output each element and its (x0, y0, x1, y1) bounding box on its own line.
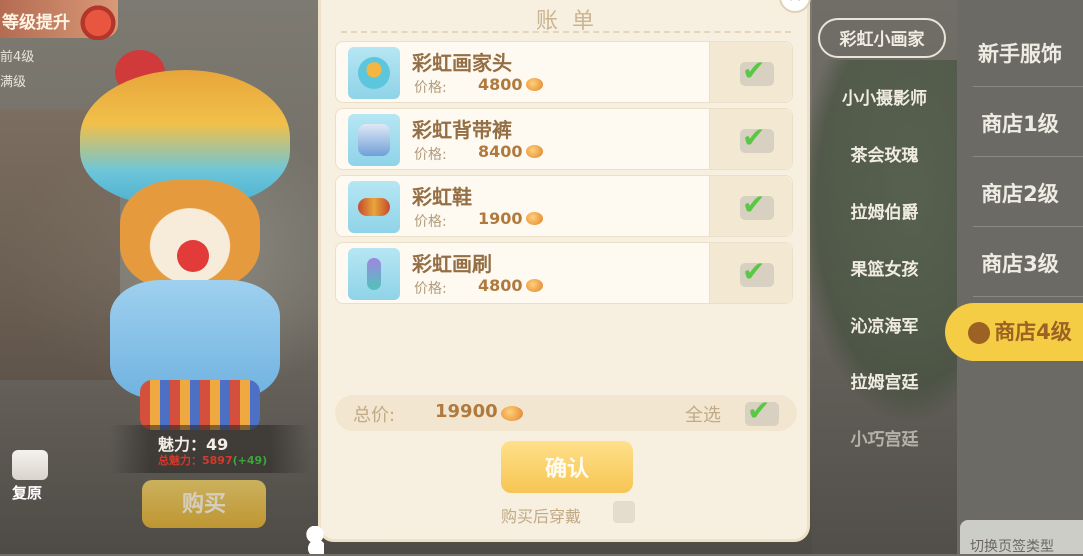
outfit-set-item[interactable]: 小小摄影师 (812, 84, 957, 109)
price-label: 价格: (414, 214, 447, 230)
item-thumbnail (348, 181, 400, 233)
item-thumbnail (348, 47, 400, 99)
select-all-label: 全选 (685, 405, 721, 426)
total-charm: 总魅力：5897(+49) (158, 452, 267, 468)
item-checkbox[interactable]: ✔ (740, 255, 774, 288)
shop-tab[interactable]: 新手服饰 (957, 38, 1083, 68)
price-label: 价格: (414, 281, 447, 297)
paw-decoration (306, 526, 324, 554)
outfit-set-item[interactable]: 拉姆伯爵 (812, 198, 957, 223)
total-charm-bonus: (+49) (232, 454, 268, 467)
paintbrush-icon (367, 258, 381, 290)
bean-coin-icon (526, 279, 543, 292)
outfit-set-list: 彩虹小画家 小小摄影师 茶会玫瑰 拉姆伯爵 果篮女孩 沁凉海军 拉姆宫廷 小巧宫… (812, 0, 957, 554)
bill-dialog: 账单 ✕ 彩虹画家头 价格: 4800 ✔ 彩虹背带裤 价格: 8400 ✔ (318, 0, 811, 542)
item-checkbox[interactable]: ✔ (740, 121, 774, 154)
total-charm-text: 总魅力：5897 (158, 454, 233, 467)
bill-item: 彩虹鞋 价格: 1900 ✔ (335, 175, 793, 237)
item-check-area[interactable]: ✔ (709, 243, 792, 303)
level-current: 前4级 (0, 50, 35, 65)
close-icon[interactable]: ✕ (779, 0, 811, 13)
checkmark-icon: ✔ (742, 255, 766, 288)
player-character[interactable] (80, 50, 310, 430)
checkmark-icon: ✔ (742, 188, 766, 221)
item-check-area[interactable]: ✔ (709, 42, 792, 102)
overalls-icon (358, 124, 390, 156)
level-max: 满级 (0, 75, 27, 90)
item-price: 4800 (478, 276, 523, 295)
tab-divider (973, 156, 1083, 157)
hat-icon (358, 57, 390, 89)
item-price: 4800 (478, 75, 523, 94)
title-divider (341, 31, 791, 33)
bill-item: 彩虹背带裤 价格: 8400 ✔ (335, 108, 793, 170)
switch-tab-tip-text: 切换页签类型 (970, 539, 1054, 555)
level-up-title: 等级提升 (2, 13, 70, 33)
shop-tab[interactable]: 商店1级 (957, 108, 1083, 138)
checkmark-icon: ✔ (742, 121, 766, 154)
shop-tab-list: 新手服饰 商店1级 商店2级 商店3级 (957, 0, 1083, 554)
level-up-banner[interactable]: 等级提升 (0, 0, 118, 40)
shop-tab-label: 商店4级 (994, 320, 1072, 344)
restore-label: 复原 (12, 484, 43, 502)
price-label: 价格: (414, 147, 447, 163)
total-label: 总价: (353, 405, 396, 426)
tab-divider (973, 226, 1083, 227)
bill-item: 彩虹画家头 价格: 4800 ✔ (335, 41, 793, 103)
wear-after-buy-checkbox[interactable] (613, 501, 635, 523)
tab-divider (973, 86, 1083, 87)
total-bar: 总价: 19900 全选 ✔ (335, 394, 797, 431)
select-all-checkbox[interactable]: ✔ (745, 394, 779, 427)
item-name: 彩虹背带裤 (412, 118, 512, 142)
shop-tab[interactable]: 商店3级 (957, 248, 1083, 278)
outfit-set-item[interactable]: 茶会玫瑰 (812, 141, 957, 166)
character-face (120, 180, 260, 290)
item-price: 8400 (478, 142, 523, 161)
bean-coin-icon (526, 145, 543, 158)
confirm-button[interactable]: 确认 (501, 441, 633, 493)
bean-coin-icon (526, 78, 543, 91)
bean-coin-icon (526, 212, 543, 225)
buy-button[interactable]: 购买 (142, 480, 266, 528)
shop-tab[interactable]: 商店2级 (957, 178, 1083, 208)
item-check-area[interactable]: ✔ (709, 109, 792, 169)
shirt-icon (12, 450, 48, 480)
item-thumbnail (348, 114, 400, 166)
outfit-set-item[interactable]: 拉姆宫廷 (812, 368, 957, 393)
bill-item: 彩虹画刷 价格: 4800 ✔ (335, 242, 793, 304)
item-name: 彩虹画刷 (412, 252, 492, 276)
checkmark-icon: ✔ (742, 54, 766, 87)
outfit-set-item[interactable]: 彩虹小画家 (818, 18, 946, 58)
item-checkbox[interactable]: ✔ (740, 188, 774, 221)
bean-icon (968, 322, 991, 344)
bean-coin-icon (501, 406, 523, 421)
restore-button[interactable]: 复原 (4, 450, 56, 506)
total-value: 19900 (435, 401, 498, 422)
switch-tab-tip: 切换页签类型 (960, 520, 1083, 555)
item-checkbox[interactable]: ✔ (740, 54, 774, 87)
checkmark-icon: ✔ (747, 394, 771, 427)
tab-divider (973, 296, 1083, 297)
outfit-set-item[interactable]: 果篮女孩 (812, 255, 957, 280)
price-label: 价格: (414, 80, 447, 96)
item-name: 彩虹画家头 (412, 51, 512, 75)
shop-tab-active[interactable]: 商店4级 (945, 303, 1083, 361)
house-icon (78, 2, 118, 40)
shoes-icon (358, 198, 390, 216)
item-thumbnail (348, 248, 400, 300)
wear-after-buy-label: 购买后穿戴 (501, 507, 582, 526)
item-price: 1900 (478, 209, 523, 228)
clown-nose (177, 240, 209, 272)
character-legs (140, 380, 260, 430)
outfit-set-item[interactable]: 小巧宫廷 (812, 425, 957, 450)
item-check-area[interactable]: ✔ (709, 176, 792, 236)
item-name: 彩虹鞋 (412, 185, 472, 209)
outfit-set-item[interactable]: 沁凉海军 (812, 312, 957, 337)
